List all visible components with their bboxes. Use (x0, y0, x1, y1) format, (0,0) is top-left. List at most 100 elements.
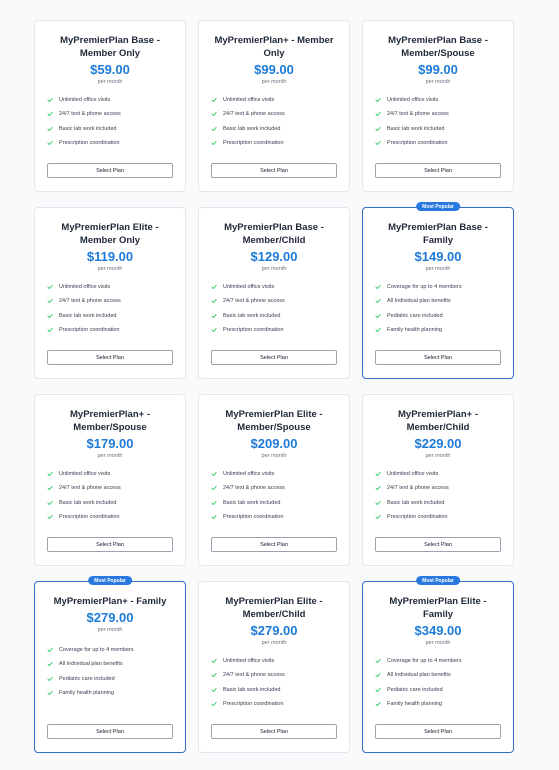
feature-item: 24/7 text & phone access (47, 107, 173, 121)
plan-card: MyPremierPlan Elite - Member Only $119.00… (34, 207, 186, 379)
select-plan-button[interactable]: Select Plan (211, 724, 337, 739)
checkmark-icon (211, 500, 217, 506)
feature-text: Prescription coordination (223, 327, 284, 334)
feature-text: Unlimited office visits (59, 97, 111, 104)
price-period: per month (425, 79, 451, 85)
feature-item: 24/7 text & phone access (211, 481, 337, 495)
most-popular-badge: Most Popular (88, 576, 132, 585)
feature-item: Unlimited office visits (211, 467, 337, 481)
plan-card: Most Popular MyPremierPlan+ - Family $279.… (34, 576, 186, 753)
feature-item: Basic lab work included (47, 496, 173, 510)
feature-text: Unlimited office visits (223, 284, 275, 291)
select-plan-button[interactable]: Select Plan (47, 724, 173, 739)
select-plan-button[interactable]: Select Plan (47, 163, 173, 178)
feature-item: Family health planning (47, 686, 173, 700)
feature-list: Unlimited office visits 24/7 text & phone… (211, 467, 337, 524)
feature-list: Coverage for up to 4 members All Individu… (375, 654, 501, 711)
select-plan-button[interactable]: Select Plan (375, 163, 501, 178)
feature-item: 24/7 text & phone access (211, 294, 337, 308)
feature-text: Basic lab work included (387, 499, 445, 506)
feature-text: 24/7 text & phone access (59, 111, 121, 118)
feature-item: Prescription coordination (47, 323, 173, 337)
feature-text: Family health planning (387, 701, 443, 708)
checkmark-icon (47, 647, 53, 653)
checkmark-icon (47, 126, 53, 132)
feature-text: 24/7 text & phone access (59, 485, 121, 492)
feature-text: All Individual plan benefits (387, 298, 451, 305)
feature-list: Unlimited office visits 24/7 text & phone… (211, 280, 337, 337)
feature-text: Basic lab work included (59, 499, 117, 506)
feature-text: Prescription coordination (223, 514, 284, 521)
feature-item: Coverage for up to 4 members (47, 643, 173, 657)
price-period: per month (425, 640, 451, 646)
feature-text: 24/7 text & phone access (223, 485, 285, 492)
checkmark-icon (47, 313, 53, 319)
plan-title: MyPremierPlan Elite - Member/Child (225, 596, 323, 620)
most-popular-badge: Most Popular (416, 202, 460, 211)
feature-text: Basic lab work included (223, 686, 281, 693)
select-plan-button[interactable]: Select Plan (211, 537, 337, 552)
select-plan-button[interactable]: Select Plan (375, 350, 501, 365)
feature-text: Unlimited office visits (387, 471, 439, 478)
feature-item: 24/7 text & phone access (211, 107, 337, 121)
feature-item: All Individual plan benefits (375, 294, 501, 308)
select-plan-button[interactable]: Select Plan (47, 350, 173, 365)
feature-item: 24/7 text & phone access (375, 481, 501, 495)
checkmark-icon (375, 658, 381, 664)
checkmark-icon (211, 687, 217, 693)
plan-card: MyPremierPlan+ - Member/Child $229.00 per … (362, 394, 514, 566)
feature-item: Unlimited office visits (375, 93, 501, 107)
feature-list: Unlimited office visits 24/7 text & phone… (375, 467, 501, 524)
select-plan-button[interactable]: Select Plan (47, 537, 173, 552)
feature-list: Unlimited office visits 24/7 text & phone… (375, 93, 501, 150)
feature-text: Family health planning (59, 690, 115, 697)
plan-price: $99.00 (418, 62, 458, 77)
checkmark-icon (375, 485, 381, 491)
feature-text: 24/7 text & phone access (223, 298, 285, 305)
checkmark-icon (211, 126, 217, 132)
feature-text: 24/7 text & phone access (223, 111, 285, 118)
select-plan-button[interactable]: Select Plan (211, 350, 337, 365)
feature-text: 24/7 text & phone access (387, 485, 449, 492)
checkmark-icon (375, 97, 381, 103)
plan-price: $59.00 (90, 62, 130, 77)
plan-title: MyPremierPlan+ - Member/Child (398, 409, 478, 433)
feature-item: 24/7 text & phone access (211, 668, 337, 682)
feature-text: Unlimited office visits (223, 471, 275, 478)
feature-text: Coverage for up to 4 members (387, 658, 462, 665)
checkmark-icon (211, 514, 217, 520)
plan-title: MyPremierPlan Elite - Member/Spouse (225, 409, 323, 433)
feature-item: Prescription coordination (47, 510, 173, 524)
plan-card: MyPremierPlan+ - Member Only $99.00 per mo… (198, 20, 350, 192)
plan-card: Most Popular MyPremierPlan Elite - Family… (362, 576, 514, 753)
feature-item: Unlimited office visits (47, 467, 173, 481)
plan-card: MyPremierPlan Elite - Member/Child $279.0… (198, 581, 350, 753)
plan-title: MyPremierPlan+ - Family (53, 596, 167, 607)
plan-price: $349.00 (414, 623, 462, 638)
feature-item: Unlimited office visits (211, 654, 337, 668)
plan-price: $129.00 (250, 249, 298, 264)
feature-item: Prescription coordination (211, 323, 337, 337)
select-plan-button[interactable]: Select Plan (375, 537, 501, 552)
select-plan-button[interactable]: Select Plan (375, 724, 501, 739)
feature-list: Unlimited office visits 24/7 text & phone… (47, 93, 173, 150)
plan-price: $209.00 (250, 436, 298, 451)
feature-text: Prescription coordination (223, 701, 284, 708)
plan-price: $119.00 (86, 249, 134, 264)
feature-text: Prescription coordination (59, 514, 120, 521)
feature-text: Unlimited office visits (223, 658, 275, 665)
select-plan-button[interactable]: Select Plan (211, 163, 337, 178)
checkmark-icon (47, 284, 53, 290)
checkmark-icon (211, 313, 217, 319)
checkmark-icon (47, 327, 53, 333)
feature-item: Unlimited office visits (211, 93, 337, 107)
checkmark-icon (211, 701, 217, 707)
feature-item: Basic lab work included (211, 683, 337, 697)
checkmark-icon (211, 298, 217, 304)
plan-title: MyPremierPlan+ - Member/Spouse (70, 409, 150, 433)
plan-price: $149.00 (414, 249, 462, 264)
feature-item: Basic lab work included (211, 122, 337, 136)
feature-item: Basic lab work included (375, 496, 501, 510)
feature-item: Basic lab work included (47, 122, 173, 136)
feature-text: Prescription coordination (223, 140, 284, 147)
